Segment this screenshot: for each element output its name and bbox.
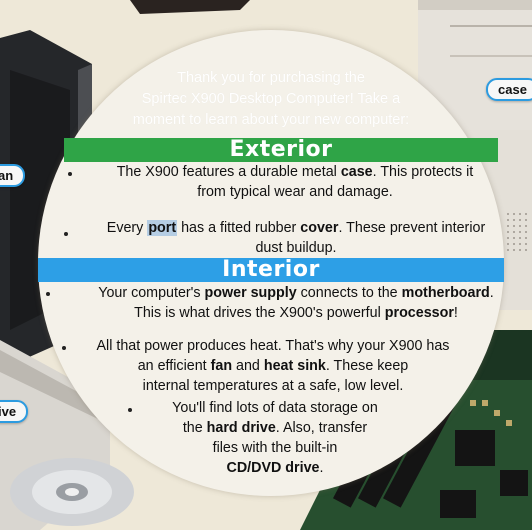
interior-bullet-2: All that power produces heat. That's why… xyxy=(96,338,450,394)
callout-fan-label: an xyxy=(0,168,14,183)
cover-term[interactable]: cover xyxy=(300,220,338,236)
callout-fan[interactable]: an xyxy=(0,164,26,187)
fan-term[interactable]: fan xyxy=(211,358,232,374)
bullet-dot xyxy=(128,408,132,412)
intro-text: Thank you for purchasing the Spirtec X90… xyxy=(38,68,504,131)
intro-line-3: moment to learn about your new computer: xyxy=(132,112,410,128)
heat-sink-term[interactable]: heat sink xyxy=(264,358,326,374)
interior-bullet-3: You'll find lots of data storage on the … xyxy=(172,400,378,476)
bullet-dot xyxy=(68,172,72,176)
intro-line-1: Thank you for purchasing the xyxy=(177,70,365,86)
interior-heading: Interior xyxy=(38,258,504,282)
bullet-dot xyxy=(62,346,66,350)
processor-term[interactable]: processor xyxy=(385,305,454,321)
port-term[interactable]: port xyxy=(147,220,178,236)
cd-dvd-drive-term[interactable]: CD/DVD drive xyxy=(227,460,320,476)
intro-line-2: Spirtec X900 Desktop Computer! Take a xyxy=(141,91,401,107)
case-term[interactable]: case xyxy=(341,164,373,180)
exterior-heading: Exterior xyxy=(64,138,498,162)
top-device-photo xyxy=(130,0,250,14)
exterior-bullet-2: Every port has a fitted rubber cover. Th… xyxy=(106,220,486,256)
bullet-dot xyxy=(46,292,50,296)
callout-drive[interactable]: ive xyxy=(0,400,29,423)
motherboard-term[interactable]: motherboard xyxy=(402,285,490,301)
callout-drive-label: ive xyxy=(0,404,17,419)
hard-drive-term[interactable]: hard drive xyxy=(207,420,276,436)
exterior-bullet-1: The X900 features a durable metal case. … xyxy=(116,164,474,200)
power-supply-term[interactable]: power supply xyxy=(205,285,297,301)
bullet-dot xyxy=(64,232,68,236)
interior-bullet-1: Your computer's power supply connects to… xyxy=(98,285,494,321)
